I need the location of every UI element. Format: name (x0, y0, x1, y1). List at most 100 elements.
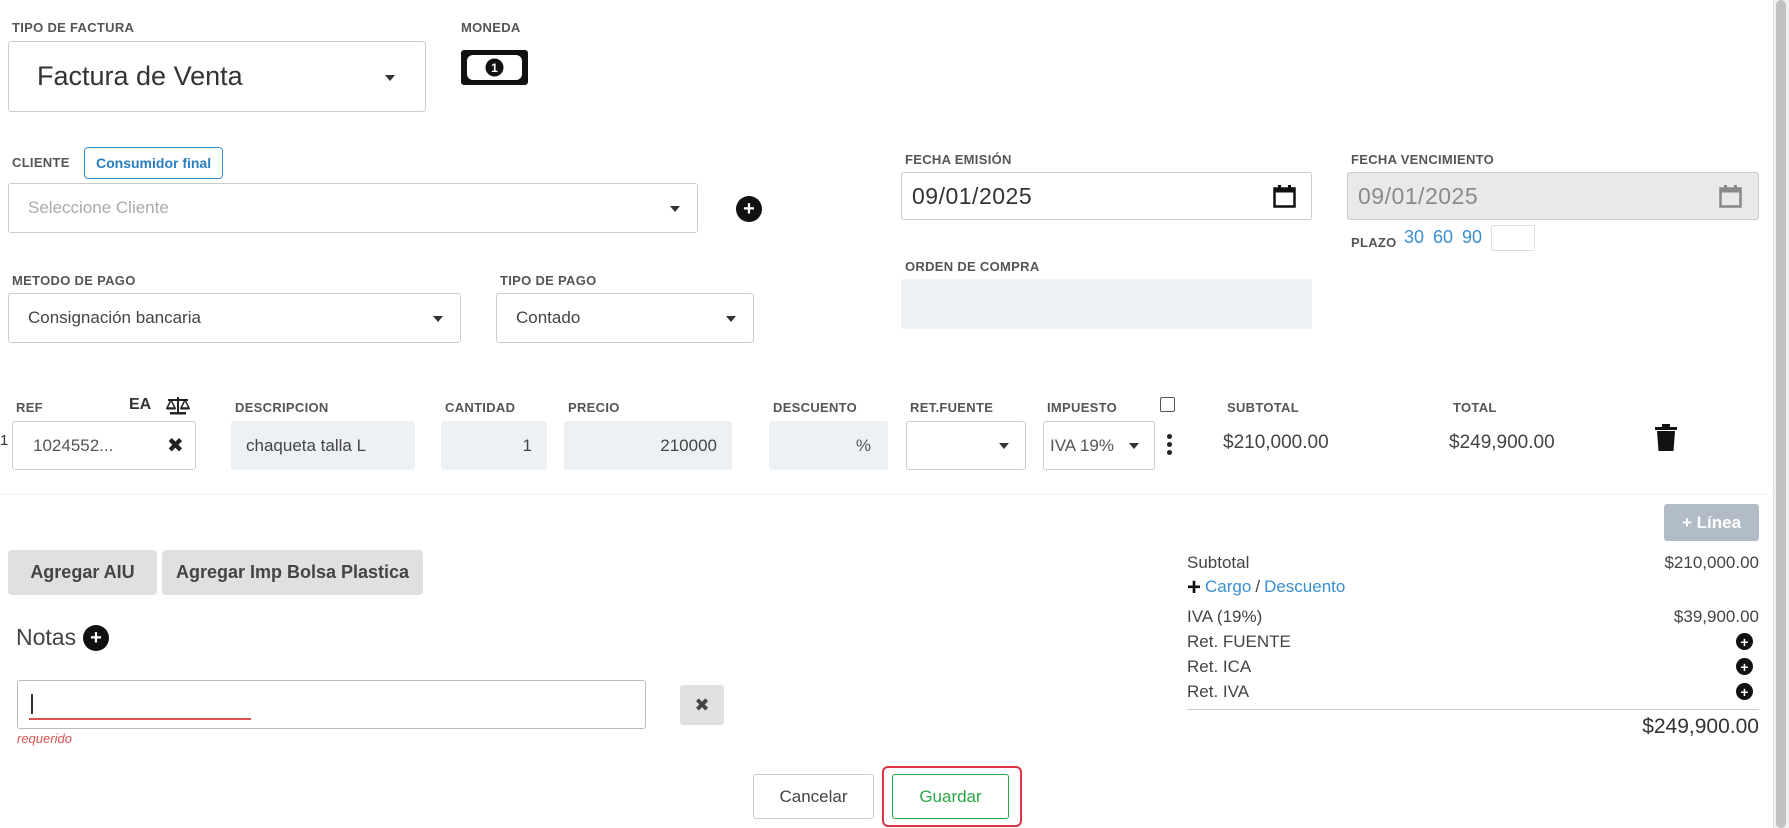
issue-date-label: FECHA EMISIÓN (905, 152, 1012, 167)
due-date-value: 09/01/2025 (1358, 182, 1479, 209)
add-ret-iva-icon[interactable]: + (1736, 683, 1753, 700)
invoice-type-value: Factura de Venta (37, 61, 243, 91)
divider (0, 494, 1770, 495)
retention-select[interactable] (906, 421, 1026, 470)
more-options-icon[interactable] (1167, 434, 1172, 455)
money-bill-icon[interactable]: 1 (461, 50, 528, 90)
charge-discount-links: + Cargo / Descuento (1187, 573, 1345, 601)
chevron-down-icon (999, 443, 1009, 449)
summary-subtotal-label: Subtotal (1187, 553, 1250, 572)
summary-iva-value: $39,900.00 (1673, 607, 1759, 626)
clear-notes-button[interactable]: ✖ (680, 685, 724, 725)
col-ref: REF (16, 400, 43, 415)
chevron-down-icon (1129, 443, 1139, 449)
link-separator: / (1255, 577, 1261, 596)
payment-method-value: Consignación bancaria (28, 308, 201, 327)
add-note-icon[interactable]: + (83, 625, 109, 651)
plus-icon: + (1187, 573, 1202, 601)
chevron-down-icon (670, 206, 680, 212)
notes-input[interactable] (17, 680, 646, 729)
col-price: PRECIO (568, 400, 620, 415)
description-value: chaqueta talla L (246, 435, 367, 455)
scrollbar-thumb[interactable] (1776, 0, 1786, 828)
discount-suffix: % (855, 435, 871, 455)
col-quantity: CANTIDAD (445, 400, 516, 415)
add-bolsa-button[interactable]: Agregar Imp Bolsa Plastica (162, 550, 423, 595)
quantity-value: 1 (522, 435, 532, 455)
consumer-final-button[interactable]: Consumidor final (84, 147, 224, 179)
payment-method-label: METODO DE PAGO (12, 273, 136, 288)
notes-title: Notas (16, 624, 77, 650)
calendar-icon (1719, 185, 1742, 208)
col-discount: DESCUENTO (773, 400, 858, 415)
quantity-input[interactable]: 1 (441, 421, 547, 470)
add-aiu-button[interactable]: Agregar AIU (8, 550, 157, 595)
payment-type-value: Contado (516, 308, 581, 327)
line-total: $249,900.00 (1449, 432, 1555, 453)
line-subtotal: $210,000.00 (1223, 432, 1329, 453)
line-number: 1 (0, 432, 9, 449)
summary-subtotal-value: $210,000.00 (1664, 553, 1759, 572)
tax-select[interactable]: IVA 19% (1043, 421, 1155, 470)
add-ret-ica-icon[interactable]: + (1736, 658, 1753, 675)
client-placeholder: Seleccione Cliente (28, 198, 169, 217)
error-underline (29, 718, 251, 720)
payment-method-select[interactable]: Consignación bancaria (8, 293, 461, 343)
term-option-90[interactable]: 90 (1462, 227, 1482, 248)
purchase-order-label: ORDEN DE COMPRA (905, 259, 1040, 274)
currency-label: MONEDA (461, 20, 521, 35)
issue-date-value: 09/01/2025 (912, 182, 1033, 209)
col-tax: IMPUESTO (1047, 400, 1118, 415)
tax-value: IVA 19% (1050, 435, 1114, 455)
col-retention: RET.FUENTE (910, 400, 994, 415)
term-label: PLAZO (1351, 235, 1397, 250)
summary-total: $249,900.00 (1642, 715, 1759, 738)
col-subtotal: SUBTOTAL (1227, 400, 1299, 415)
trash-icon[interactable] (1655, 424, 1677, 451)
chevron-down-icon (726, 316, 736, 322)
description-input[interactable]: chaqueta talla L (231, 421, 415, 470)
summary-divider (1187, 709, 1759, 710)
calendar-icon[interactable] (1273, 185, 1296, 208)
text-cursor (31, 694, 33, 714)
col-unit: EA (129, 396, 152, 413)
invoice-type-label: TIPO DE FACTURA (12, 20, 135, 35)
client-select[interactable]: Seleccione Cliente (8, 183, 698, 233)
cancel-button[interactable]: Cancelar (753, 774, 874, 819)
summary-iva-label: IVA (19%) (1187, 607, 1263, 626)
price-value: 210000 (660, 435, 717, 455)
term-option-30[interactable]: 30 (1404, 227, 1424, 248)
add-line-button[interactable]: + Línea (1664, 504, 1759, 541)
add-client-icon[interactable]: + (736, 196, 762, 222)
ref-input[interactable]: 1024552... ✖ (12, 421, 196, 470)
term-days-input[interactable] (1491, 225, 1535, 251)
close-icon: ✖ (694, 694, 710, 715)
summary-ret-fuente-label: Ret. FUENTE (1187, 632, 1291, 651)
col-description: DESCRIPCION (235, 400, 329, 415)
discount-link[interactable]: Descuento (1264, 577, 1345, 597)
add-ret-fuente-icon[interactable]: + (1736, 633, 1753, 650)
payment-type-label: TIPO DE PAGO (500, 273, 597, 288)
summary-ret-ica-label: Ret. ICA (1187, 657, 1252, 676)
purchase-order-input[interactable] (901, 279, 1312, 329)
ref-value: 1024552... (33, 435, 114, 455)
save-button[interactable]: Guardar (892, 774, 1009, 819)
balance-scale-icon[interactable] (166, 396, 190, 415)
issue-date-input[interactable]: 09/01/2025 (901, 172, 1312, 220)
discount-input[interactable]: % (769, 421, 888, 470)
notes-error: requerido (17, 731, 72, 746)
chevron-down-icon (433, 316, 443, 322)
select-all-checkbox[interactable] (1160, 397, 1175, 412)
svg-text:1: 1 (491, 61, 498, 75)
charge-link[interactable]: Cargo (1205, 577, 1251, 597)
due-date-label: FECHA VENCIMIENTO (1351, 152, 1495, 167)
col-total: TOTAL (1453, 400, 1497, 415)
summary-ret-iva-label: Ret. IVA (1187, 682, 1250, 701)
due-date-input: 09/01/2025 (1347, 172, 1759, 220)
chevron-down-icon (385, 75, 395, 81)
term-option-60[interactable]: 60 (1433, 227, 1453, 248)
payment-type-select[interactable]: Contado (496, 293, 754, 343)
clear-ref-icon[interactable]: ✖ (167, 433, 184, 458)
price-input[interactable]: 210000 (564, 421, 732, 470)
invoice-type-select[interactable]: Factura de Venta (8, 41, 426, 112)
